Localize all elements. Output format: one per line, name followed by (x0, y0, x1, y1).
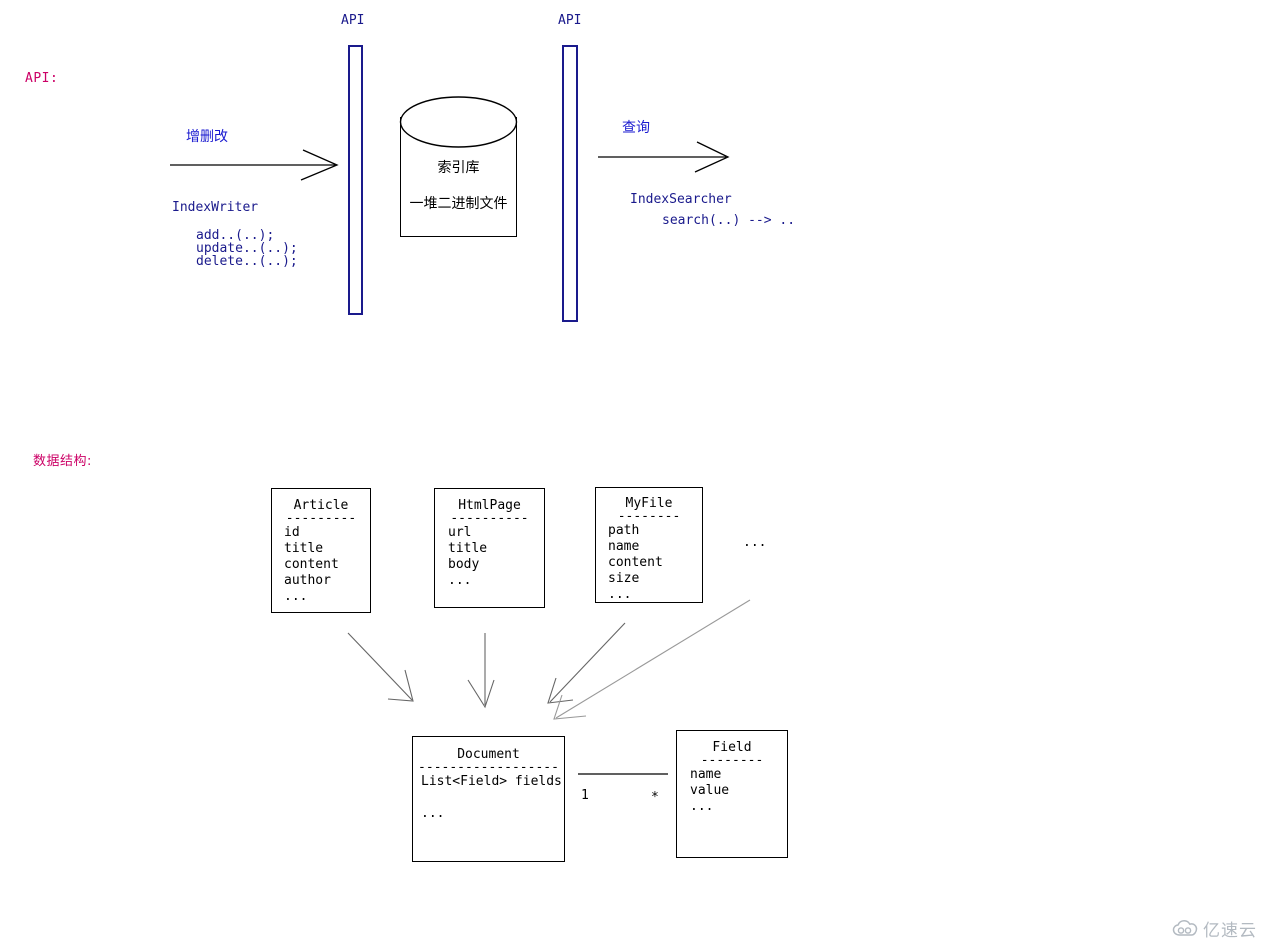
mapping-arrows-icon (347, 599, 751, 720)
api-bar-left-label: API (341, 13, 365, 28)
index-searcher-class: IndexSearcher (630, 192, 732, 207)
write-arrow-icon (170, 149, 339, 181)
uml-class-field-separator: -------- (700, 756, 764, 767)
uml-class-myfile-attributes: path name content size ... (608, 523, 663, 602)
index-store-title: 索引库 (437, 160, 480, 176)
uml-class-field-name: Field (712, 740, 752, 755)
uml-class-htmlpage-separator: ---------- (450, 514, 529, 525)
diagram-canvas: API: API API 增删改 IndexWriter add..(..); … (0, 0, 1270, 949)
uml-class-myfile: MyFile -------- path name content size .… (595, 487, 703, 603)
uml-class-htmlpage-attributes: url title body ... (448, 525, 488, 588)
uml-class-field: Field -------- name value ... (676, 730, 788, 858)
search-arrow-icon (598, 141, 730, 173)
uml-class-article-name: Article (293, 498, 349, 513)
uml-more-classes-ellipsis: ... (743, 535, 767, 550)
uml-class-document: Document ------------------ List<Field> … (412, 736, 565, 862)
api-bar-right (562, 45, 578, 322)
uml-class-document-separator: ------------------ (418, 763, 559, 774)
uml-class-field-attributes: name value ... (690, 767, 730, 814)
uml-class-article: Article --------- id title content autho… (271, 488, 371, 613)
uml-class-htmlpage-name: HtmlPage (458, 498, 521, 513)
watermark-text: 亿速云 (1203, 921, 1257, 941)
index-writer-class: IndexWriter (172, 200, 259, 215)
search-arrow-label: 查询 (622, 120, 650, 136)
uml-class-htmlpage: HtmlPage ---------- url title body ... (434, 488, 545, 608)
api-bar-left (348, 45, 363, 315)
uml-class-article-attributes: id title content author ... (284, 525, 339, 604)
section-label-data-structure: 数据结构: (33, 454, 92, 469)
association-multiplicity-left: 1 (581, 788, 589, 803)
association-multiplicity-right: * (651, 790, 659, 805)
cylinder-top-ellipse-icon (399, 96, 518, 148)
uml-class-document-attributes: List<Field> fields ... (421, 774, 562, 821)
watermark: 亿速云 (1172, 916, 1257, 941)
cloud-icon (1172, 919, 1198, 936)
index-writer-methods: add..(..); update..(..); delete..(..); (196, 228, 298, 269)
uml-class-article-separator: --------- (285, 514, 357, 525)
section-label-api: API: (25, 71, 59, 86)
api-bar-right-label: API (558, 13, 582, 28)
uml-class-myfile-separator: -------- (617, 512, 681, 523)
uml-class-myfile-name: MyFile (625, 496, 673, 511)
uml-class-document-name: Document (457, 747, 520, 762)
index-searcher-methods: search(..) --> .. (662, 213, 796, 228)
association-line-icon (578, 773, 668, 775)
index-store-subtitle: 一堆二进制文件 (409, 196, 508, 212)
